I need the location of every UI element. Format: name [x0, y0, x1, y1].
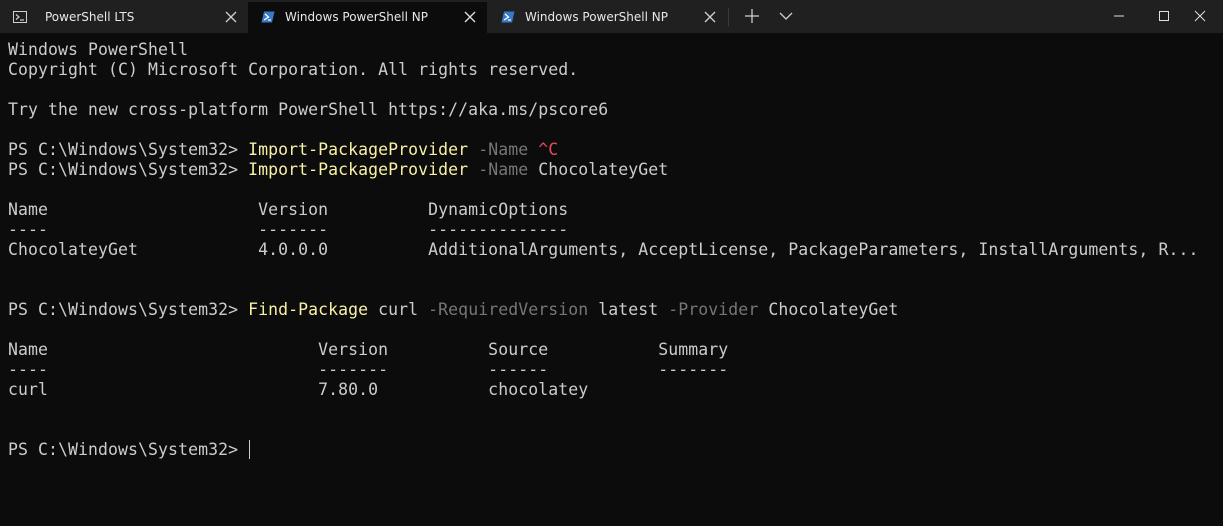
tab-label: Windows PowerShell NP [285, 10, 428, 24]
minimize-icon [1114, 15, 1124, 17]
argument: ChocolateyGet [538, 160, 669, 179]
terminal-icon [13, 11, 27, 23]
tab-powershell-lts[interactable]: PowerShell LTS [0, 2, 246, 33]
close-icon[interactable] [463, 10, 477, 24]
command-line: PS C:\Windows\System32> Import-PackagePr… [8, 160, 668, 180]
banner-title: Windows PowerShell [8, 40, 189, 59]
cmdlet: Find-Package [248, 300, 369, 319]
chevron-down-icon[interactable] [778, 8, 794, 24]
active-prompt[interactable]: PS C:\Windows\System32> [8, 440, 251, 460]
argument: latest [588, 300, 659, 319]
command-line: PS C:\Windows\System32> Find-Package cur… [8, 300, 898, 320]
powershell-icon [501, 11, 515, 23]
close-window-button[interactable] [1177, 0, 1223, 32]
cmdlet: Import-PackageProvider [248, 140, 469, 159]
table-underline: ---- ------- -------------- [8, 220, 569, 239]
argument: ChocolateyGet [758, 300, 899, 319]
table-row: ChocolateyGet 4.0.0.0 AdditionalArgument… [8, 240, 1199, 259]
maximize-icon [1159, 11, 1169, 21]
parameter: -Name [468, 140, 539, 159]
text-cursor [249, 440, 251, 459]
prompt: PS C:\Windows\System32> [8, 440, 249, 459]
tab-label: PowerShell LTS [45, 10, 135, 24]
prompt: PS C:\Windows\System32> [8, 160, 249, 179]
parameter: -Provider [658, 300, 759, 319]
table-header: Name Version DynamicOptions [8, 200, 569, 219]
command-line: PS C:\Windows\System32> Import-PackagePr… [8, 140, 558, 160]
table-row: curl 7.80.0 chocolatey [8, 380, 589, 399]
prompt: PS C:\Windows\System32> [8, 300, 249, 319]
parameter: -RequiredVersion [418, 300, 589, 319]
banner-tip: Try the new cross-platform PowerShell ht… [8, 100, 609, 119]
minimize-button[interactable] [1096, 0, 1142, 32]
close-icon[interactable] [703, 10, 717, 24]
powershell-icon [261, 11, 275, 23]
banner-copyright: Copyright (C) Microsoft Corporation. All… [8, 60, 579, 79]
table-underline: ---- ------- ------ ------- [8, 360, 729, 379]
argument: curl [368, 300, 419, 319]
tab-label: Windows PowerShell NP [525, 10, 668, 24]
tab-windows-powershell-np-active[interactable]: Windows PowerShell NP [248, 2, 487, 33]
close-icon[interactable] [224, 10, 238, 24]
cmdlet: Import-PackageProvider [248, 160, 469, 179]
prompt: PS C:\Windows\System32> [8, 140, 249, 159]
tab-bar: PowerShell LTS Windows PowerShell NP Win… [0, 0, 1223, 33]
tab-windows-powershell-np[interactable]: Windows PowerShell NP [488, 2, 726, 33]
terminal-output[interactable]: Windows PowerShell Copyright (C) Microso… [0, 33, 1223, 526]
close-icon [1194, 10, 1206, 22]
tab-divider [728, 8, 729, 26]
new-tab-plus-icon[interactable] [744, 8, 760, 24]
table-header: Name Version Source Summary [8, 340, 729, 359]
parameter: -Name [468, 160, 539, 179]
interrupt-text: ^C [538, 140, 559, 159]
